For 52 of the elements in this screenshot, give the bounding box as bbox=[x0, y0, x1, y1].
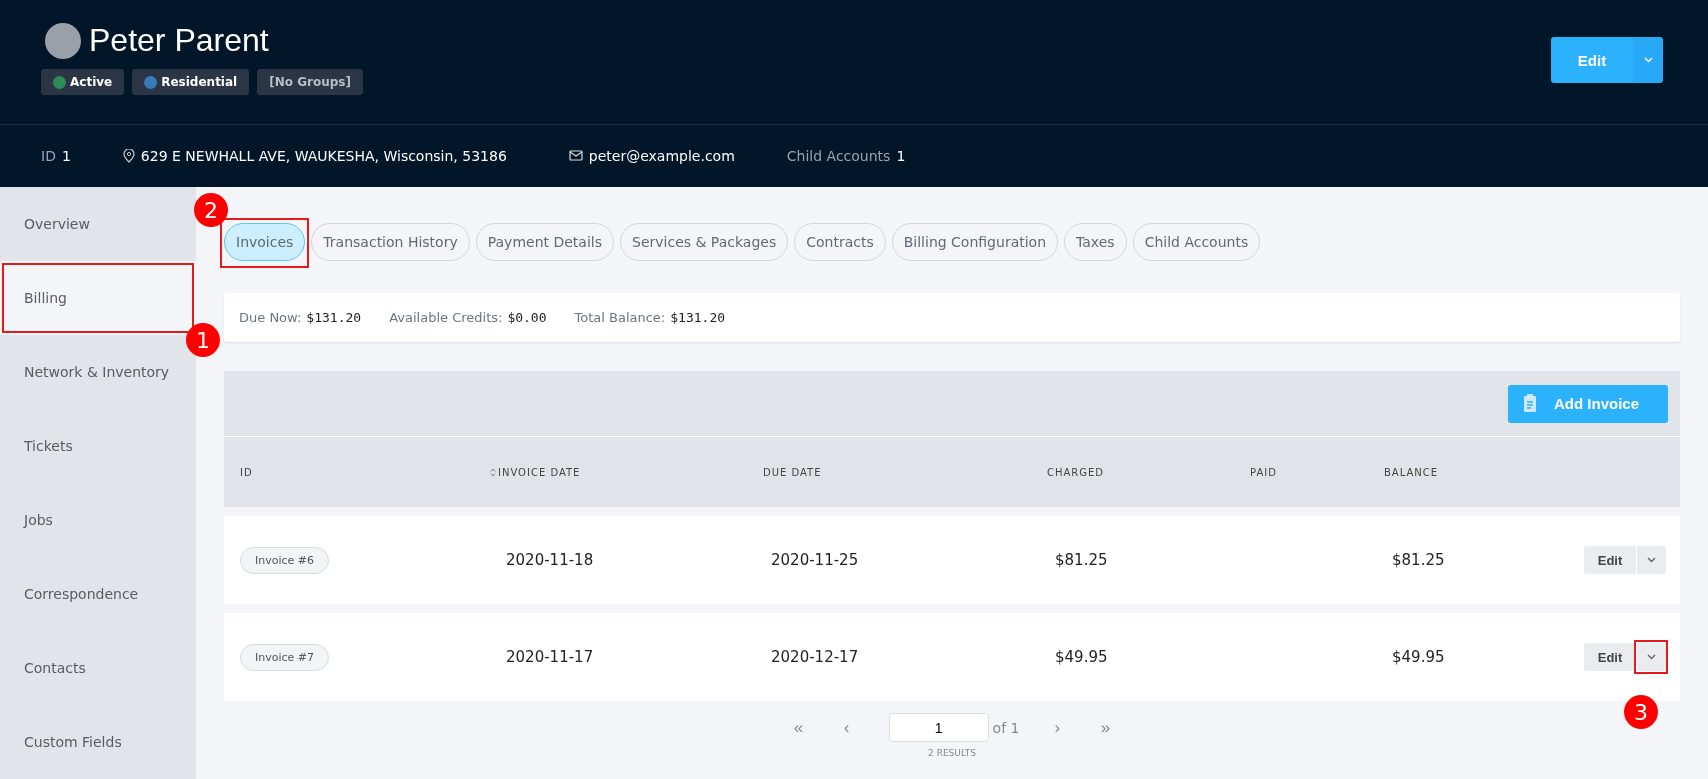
page-count: of 1 bbox=[992, 719, 1020, 736]
address-text: 629 E NEWHALL AVE, WAUKESHA, Wisconsin, 53186 bbox=[140, 147, 507, 164]
customer-name: Peter Parent bbox=[89, 22, 269, 59]
tag-label: Residential bbox=[161, 75, 238, 89]
column-header: CHARGED bbox=[1047, 466, 1105, 478]
sidebar-item[interactable]: Overview bbox=[0, 187, 196, 261]
child-accounts-label: Child Accounts bbox=[786, 147, 891, 164]
sidebar-item[interactable]: Tickets bbox=[0, 409, 196, 483]
summary-label: Due Now: bbox=[239, 310, 302, 325]
email-text: peter@example.com bbox=[588, 147, 735, 164]
sidebar-item[interactable]: Billing bbox=[0, 261, 196, 335]
column-header: DUE DATE bbox=[763, 466, 822, 478]
column-header: PAID bbox=[1250, 466, 1277, 478]
column-header: ID bbox=[240, 466, 253, 478]
column-header: BALANCE bbox=[1384, 466, 1439, 478]
table-cell-text: $49.95 bbox=[1391, 648, 1446, 666]
step-marker: 2 bbox=[194, 193, 228, 227]
summary-value: $0.00 bbox=[507, 310, 547, 325]
step-marker: 1 bbox=[186, 323, 220, 357]
invoice-id-tag[interactable]: Invoice #6 bbox=[240, 546, 330, 574]
step-marker: 3 bbox=[1624, 695, 1658, 729]
last-page-button[interactable]: » bbox=[1081, 716, 1130, 739]
summary-label: Total Balance: bbox=[574, 310, 666, 325]
table-cell-text: $81.25 bbox=[1391, 551, 1446, 569]
sidebar-item[interactable]: Custom Fields bbox=[0, 705, 196, 779]
table-cell-text: $49.95 bbox=[1054, 648, 1109, 666]
sidebar-item[interactable]: Jobs bbox=[0, 483, 196, 557]
table-cell-text: $81.25 bbox=[1054, 551, 1109, 569]
table-cell-text: 2020-12-17 bbox=[770, 648, 860, 666]
results-count: 2 RESULTS bbox=[928, 748, 976, 758]
child-accounts-count: 1 bbox=[896, 147, 906, 164]
tag-label: [No Groups] bbox=[269, 75, 351, 89]
first-page-button[interactable]: « bbox=[774, 716, 823, 739]
next-page-button[interactable]: › bbox=[1033, 716, 1082, 739]
id-value: 1 bbox=[61, 147, 71, 164]
previous-page-button[interactable]: ‹ bbox=[822, 716, 871, 739]
table-cell-text: 2020-11-25 bbox=[770, 551, 860, 569]
edit-button[interactable]: Edit bbox=[1584, 546, 1636, 574]
summary-label: Available Credits: bbox=[389, 310, 503, 325]
edit-button[interactable]: Edit bbox=[1584, 643, 1636, 671]
tag-label: Active bbox=[70, 75, 113, 89]
summary-value: $131.20 bbox=[306, 310, 362, 325]
table-cell-text: 2020-11-17 bbox=[505, 648, 595, 666]
sidebar-item[interactable]: Correspondence bbox=[0, 557, 196, 631]
summary-value: $131.20 bbox=[670, 310, 726, 325]
id-label: ID bbox=[41, 147, 56, 164]
sidebar-item[interactable]: Contacts bbox=[0, 631, 196, 705]
tab[interactable]: Invoices bbox=[224, 223, 306, 261]
table-cell-text: 2020-11-18 bbox=[505, 551, 595, 569]
invoice-id-tag[interactable]: Invoice #7 bbox=[240, 643, 330, 671]
page-input[interactable]: 1 bbox=[888, 713, 989, 742]
column-header[interactable]: INVOICE DATE bbox=[490, 466, 581, 478]
